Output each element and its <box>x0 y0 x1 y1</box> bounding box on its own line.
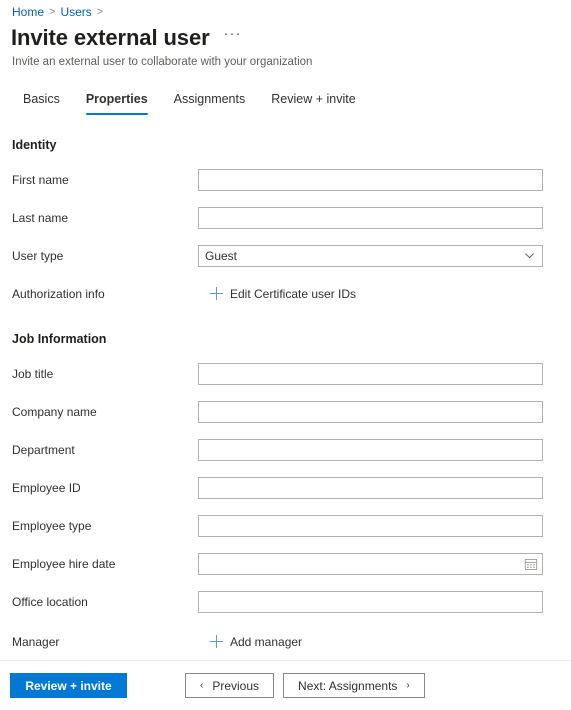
field-row-employee-id: Employee ID <box>0 472 571 503</box>
field-row-office-location: Office location <box>0 586 571 617</box>
label-employee-hire-date: Employee hire date <box>12 556 116 571</box>
label-manager: Manager <box>12 634 60 649</box>
tab-assignments[interactable]: Assignments <box>161 88 259 117</box>
edit-certificate-user-ids-label: Edit Certificate user IDs <box>230 286 357 301</box>
chevron-left-icon: ‹ <box>200 680 204 691</box>
label-first-name: First name <box>12 172 69 187</box>
previous-button[interactable]: ‹ Previous <box>185 673 275 698</box>
breadcrumb-item-home[interactable]: Home <box>12 4 44 20</box>
tab-review-invite[interactable]: Review + invite <box>258 88 368 117</box>
label-company-name: Company name <box>12 404 97 419</box>
next-label: Next: Assignments <box>298 678 398 693</box>
tab-bar: Basics Properties Assignments Review + i… <box>10 88 369 117</box>
first-name-input[interactable] <box>198 168 543 191</box>
field-row-department: Department <box>0 434 571 465</box>
section-heading-job-information: Job Information <box>12 332 107 346</box>
wizard-action-bar: Review + invite ‹ Previous Next: Assignm… <box>0 660 571 710</box>
add-manager-button[interactable]: Add manager <box>208 633 304 651</box>
label-office-location: Office location <box>12 594 88 609</box>
label-department: Department <box>12 442 75 457</box>
plus-icon <box>210 287 223 300</box>
breadcrumb-item-users[interactable]: Users <box>60 4 91 20</box>
field-row-employee-hire-date: Employee hire date <box>0 548 571 579</box>
section-heading-identity: Identity <box>12 138 57 152</box>
properties-form: Identity First name Last name User type … <box>0 130 571 660</box>
employee-hire-date-input[interactable] <box>198 552 543 575</box>
field-row-employee-type: Employee type <box>0 510 571 541</box>
chevron-down-icon <box>524 250 535 261</box>
last-name-input[interactable] <box>198 206 543 229</box>
page-subtitle: Invite an external user to collaborate w… <box>12 56 313 68</box>
company-name-input[interactable] <box>198 400 543 423</box>
field-row-job-title: Job title <box>0 358 571 389</box>
invite-external-user-page: Home > Users > Invite external user ··· … <box>0 0 571 710</box>
review-invite-button[interactable]: Review + invite <box>10 673 127 698</box>
label-user-type: User type <box>12 248 64 263</box>
wizard-nav-group: ‹ Previous Next: Assignments › <box>185 673 425 698</box>
breadcrumb-separator-icon: > <box>96 6 104 18</box>
next-assignments-button[interactable]: Next: Assignments › <box>283 673 425 698</box>
previous-label: Previous <box>212 678 260 693</box>
field-row-first-name: First name <box>0 164 571 195</box>
department-input[interactable] <box>198 438 543 461</box>
label-job-title: Job title <box>12 366 54 381</box>
page-header: Invite external user ··· <box>11 24 244 52</box>
user-type-selected-value: Guest <box>205 248 238 263</box>
field-row-manager: Manager Add manager <box>0 626 571 657</box>
label-last-name: Last name <box>12 210 69 225</box>
label-authorization-info: Authorization info <box>12 286 105 301</box>
field-row-last-name: Last name <box>0 202 571 233</box>
breadcrumb-separator-icon: > <box>49 6 56 18</box>
tab-properties[interactable]: Properties <box>73 88 161 117</box>
plus-icon <box>210 635 223 648</box>
add-manager-label: Add manager <box>230 634 303 649</box>
field-row-authorization-info: Authorization info Edit Certificate user… <box>0 278 571 309</box>
breadcrumb: Home > Users > <box>12 4 103 20</box>
tab-basics[interactable]: Basics <box>10 88 73 117</box>
field-row-user-type: User type Guest <box>0 240 571 271</box>
label-employee-type: Employee type <box>12 518 92 533</box>
job-title-input[interactable] <box>198 362 543 385</box>
office-location-input[interactable] <box>198 590 543 613</box>
edit-certificate-user-ids-button[interactable]: Edit Certificate user IDs <box>208 285 358 303</box>
employee-hire-date-control <box>198 552 543 575</box>
chevron-right-icon: › <box>406 680 410 691</box>
user-type-select[interactable]: Guest <box>198 244 543 267</box>
employee-id-input[interactable] <box>198 476 543 499</box>
more-options-icon[interactable]: ··· <box>222 26 244 41</box>
employee-type-input[interactable] <box>198 514 543 537</box>
field-row-company-name: Company name <box>0 396 571 427</box>
label-employee-id: Employee ID <box>12 480 81 495</box>
page-title: Invite external user <box>11 25 210 50</box>
